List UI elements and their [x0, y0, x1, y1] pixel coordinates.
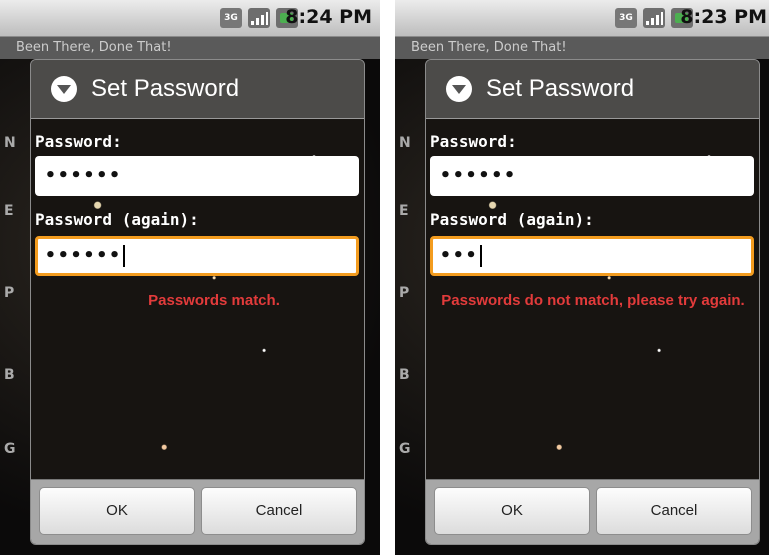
status-bar: 3G 8:23 PM: [395, 0, 769, 37]
text-cursor: [479, 245, 482, 267]
password-label: Password:: [430, 132, 517, 151]
bg-label: P: [4, 285, 15, 301]
status-time: 8:23 PM: [680, 6, 767, 28]
ok-button[interactable]: OK: [39, 487, 195, 535]
dialog-title: Set Password: [91, 75, 240, 102]
bg-label: G: [399, 441, 411, 457]
password-again-value: •••: [440, 245, 479, 266]
signal-icon: [643, 8, 665, 28]
bg-label: P: [399, 285, 410, 301]
bg-label: B: [4, 367, 15, 383]
password-field[interactable]: ••••••: [430, 156, 754, 196]
dialog-chevron-icon: [51, 76, 77, 102]
phone-screen-mismatch: 3G 8:23 PM Been There, Done That! N E P …: [395, 0, 769, 555]
network-3g-icon: 3G: [220, 8, 242, 28]
password-again-label: Password (again):: [35, 210, 199, 229]
password-again-field[interactable]: •••: [430, 236, 754, 276]
bg-label: B: [399, 367, 410, 383]
password-field[interactable]: ••••••: [35, 156, 359, 196]
bg-label: G: [4, 441, 16, 457]
password-again-value: ••••••: [45, 245, 123, 266]
password-again-label: Password (again):: [430, 210, 594, 229]
validation-message: Passwords match.: [148, 292, 280, 309]
set-password-dialog: Set Password Password: •••••• Password (…: [425, 59, 760, 545]
cancel-button[interactable]: Cancel: [201, 487, 357, 535]
app-title: Been There, Done That!: [0, 37, 380, 59]
network-3g-icon: 3G: [615, 8, 637, 28]
status-time: 8:24 PM: [285, 6, 372, 28]
dialog-button-bar: OK Cancel: [426, 479, 759, 544]
dialog-title: Set Password: [486, 75, 635, 102]
dialog-title-bar: Set Password: [426, 60, 759, 119]
ok-button[interactable]: OK: [434, 487, 590, 535]
bg-label: N: [399, 135, 411, 151]
text-cursor: [123, 245, 126, 267]
phone-screen-match: 3G 8:24 PM Been There, Done That! N E P …: [0, 0, 380, 555]
password-label: Password:: [35, 132, 122, 151]
cancel-button[interactable]: Cancel: [596, 487, 752, 535]
dialog-button-bar: OK Cancel: [31, 479, 364, 544]
app-title: Been There, Done That!: [395, 37, 769, 59]
bg-label: N: [4, 135, 16, 151]
dialog-title-bar: Set Password: [31, 60, 364, 119]
bg-label: E: [399, 203, 409, 219]
dialog-chevron-icon: [446, 76, 472, 102]
password-again-field[interactable]: ••••••: [35, 236, 359, 276]
bg-label: E: [4, 203, 14, 219]
set-password-dialog: Set Password Password: •••••• Password (…: [30, 59, 365, 545]
validation-message: Passwords do not match, please try again…: [441, 292, 745, 309]
signal-icon: [248, 8, 270, 28]
status-bar: 3G 8:24 PM: [0, 0, 380, 37]
